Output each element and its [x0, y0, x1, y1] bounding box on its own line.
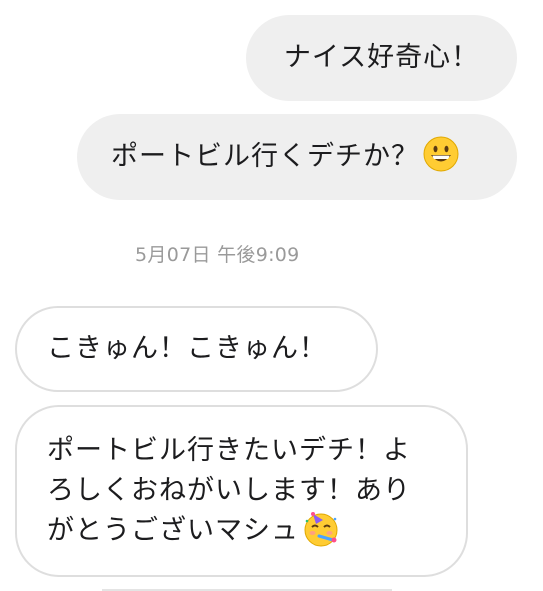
partying-face-icon — [304, 511, 338, 546]
message-text: ポートビル行くデチか？ — [111, 141, 419, 172]
message-timestamp: 5月07日 午後9:09 — [135, 244, 300, 266]
chat-thread: ナイス好奇心！ ポートビル行くデチか？ 5月07日 午後9:09 こきゅん！こき… — [0, 0, 543, 591]
incoming-message-bubble[interactable]: ポートビル行きたいデチ！よろしくおねがいします！ありがとうございマシュ — [15, 405, 468, 577]
message-text-block: ポートビル行きたいデチ！よろしくおねがいします！ありがとうございマシュ — [47, 431, 436, 551]
incoming-message-bubble[interactable]: こきゅん！こきゅん！ — [15, 306, 378, 392]
grinning-face-icon — [423, 136, 459, 172]
outgoing-message-bubble[interactable]: ポートビル行くデチか？ — [77, 114, 517, 200]
message-text: こきゅん！こきゅん！ — [47, 333, 327, 364]
outgoing-message-bubble[interactable]: ナイス好奇心！ — [246, 15, 517, 101]
message-text: ポートビル行きたいデチ！よろしくおねがいします！ありがとうございマシュ — [47, 435, 411, 546]
message-text: ナイス好奇心！ — [283, 42, 480, 73]
